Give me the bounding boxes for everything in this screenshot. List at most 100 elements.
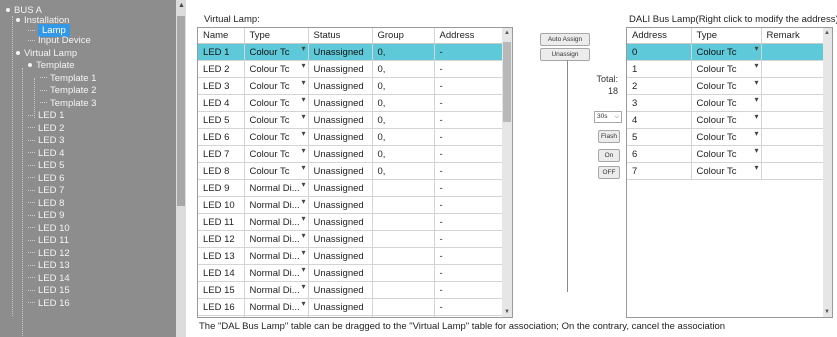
cell-type[interactable]: Colour Tc ▾ bbox=[691, 111, 762, 129]
dropdown-arrow-icon[interactable]: ▾ bbox=[301, 214, 305, 223]
table-row[interactable]: LED 8 Colour Tc ▾ Unassigned 0, - bbox=[198, 162, 503, 180]
tree-item[interactable]: Template 3 bbox=[40, 97, 96, 110]
cell-type[interactable]: Normal Di...▾ bbox=[244, 196, 309, 214]
table-row[interactable]: LED 6 Colour Tc ▾ Unassigned 0, - bbox=[198, 128, 503, 146]
cell-type[interactable]: Normal Di...▾ bbox=[244, 230, 309, 248]
scroll-up-icon[interactable]: ▲ bbox=[178, 2, 185, 9]
dropdown-arrow-icon[interactable]: ▾ bbox=[301, 231, 305, 240]
tree-item[interactable]: LED 15 bbox=[28, 284, 70, 297]
table-row[interactable]: LED 9 Normal Di... ▾ Unassigned - bbox=[198, 179, 503, 197]
cell-type[interactable]: Colour Tc ▾ bbox=[244, 60, 309, 78]
column-header-status[interactable]: Status bbox=[308, 28, 373, 44]
table-row[interactable]: 6 Colour Tc ▾ bbox=[627, 145, 824, 163]
table-row[interactable]: LED 10 Normal Di... ▾ Unassigned - bbox=[198, 196, 503, 214]
table-row[interactable]: LED 15 Normal Di... ▾ Unassigned - bbox=[198, 281, 503, 299]
cell-type[interactable]: Colour Tc ▾ bbox=[244, 128, 309, 146]
column-header-remark[interactable]: Remark bbox=[761, 28, 824, 44]
table-row[interactable]: LED 3 Colour Tc ▾ Unassigned 0, - bbox=[198, 77, 503, 95]
scroll-down-icon[interactable]: ▼ bbox=[504, 309, 510, 315]
tree-item[interactable]: LED 8 bbox=[28, 197, 64, 210]
cell-type[interactable]: Colour Tc ▾ bbox=[244, 111, 309, 129]
dropdown-arrow-icon[interactable]: ▾ bbox=[754, 163, 758, 172]
table-row[interactable]: 4 Colour Tc ▾ bbox=[627, 111, 824, 129]
tree-scroll-thumb[interactable] bbox=[177, 16, 185, 206]
cell-type[interactable]: Colour Tc ▾ bbox=[691, 94, 762, 112]
tree-item[interactable]: Virtual Lamp bbox=[16, 47, 77, 60]
table-row[interactable]: 7 Colour Tc ▾ bbox=[627, 162, 824, 180]
dropdown-arrow-icon[interactable]: ▾ bbox=[301, 197, 305, 206]
table-row[interactable]: LED 14 Normal Di... ▾ Unassigned - bbox=[198, 264, 503, 282]
table-row[interactable]: LED 7 Colour Tc ▾ Unassigned 0, - bbox=[198, 145, 503, 163]
tree-item[interactable]: LED 3 bbox=[28, 134, 64, 147]
dropdown-arrow-icon[interactable]: ▾ bbox=[754, 44, 758, 53]
table-row[interactable]: 3 Colour Tc ▾ bbox=[627, 94, 824, 112]
table-row[interactable]: LED 12 Normal Di... ▾ Unassigned - bbox=[198, 230, 503, 248]
cell-type[interactable]: Colour Tc ▾ bbox=[691, 60, 762, 78]
column-header-name[interactable]: Name bbox=[198, 28, 245, 44]
tree-item[interactable]: LED 14 bbox=[28, 272, 70, 285]
column-header-type[interactable]: Type bbox=[691, 28, 762, 44]
tree-item[interactable]: LED 9 bbox=[28, 209, 64, 222]
table-row[interactable]: LED 2 Colour Tc ▾ Unassigned 0, - bbox=[198, 60, 503, 78]
dropdown-arrow-icon[interactable]: ▾ bbox=[301, 61, 305, 70]
cell-type[interactable]: Colour Tc ▾ bbox=[691, 162, 762, 180]
cell-type[interactable]: Colour Tc ▾ bbox=[244, 77, 309, 95]
table-row[interactable]: 5 Colour Tc ▾ bbox=[627, 128, 824, 146]
tree-item[interactable]: Template bbox=[28, 59, 75, 72]
virtual-lamp-scrollbar[interactable]: ▲ ▼ bbox=[502, 27, 513, 318]
cell-type[interactable]: Colour Tc ▾ bbox=[691, 145, 762, 163]
dropdown-arrow-icon[interactable]: ▾ bbox=[301, 180, 305, 189]
flash-interval-select[interactable]: 30s ⌵ bbox=[594, 111, 622, 123]
dali-scrollbar[interactable]: ▲ ▼ bbox=[823, 27, 833, 318]
dropdown-arrow-icon[interactable]: ▾ bbox=[301, 78, 305, 87]
cell-type[interactable]: Colour Tc ▾ bbox=[691, 77, 762, 95]
virtual-lamp-table[interactable]: Name Type Status Group Address LED 1 Colo… bbox=[197, 27, 504, 318]
tree-item[interactable]: LED 13 bbox=[28, 259, 70, 272]
dropdown-arrow-icon[interactable]: ▾ bbox=[301, 112, 305, 121]
cell-type[interactable]: Normal Di...▾ bbox=[244, 298, 309, 316]
dali-bus-lamp-table[interactable]: Address Type Remark 0 Colour Tc ▾ 1 Colour T… bbox=[626, 27, 825, 318]
tree-item[interactable]: Template 1 bbox=[40, 72, 96, 85]
table-row[interactable]: LED 11 Normal Di... ▾ Unassigned - bbox=[198, 213, 503, 231]
dropdown-arrow-icon[interactable]: ▾ bbox=[754, 112, 758, 121]
tree-item[interactable]: LED 11 bbox=[28, 234, 69, 247]
dropdown-arrow-icon[interactable]: ▾ bbox=[301, 44, 305, 53]
dropdown-arrow-icon[interactable]: ▾ bbox=[754, 129, 758, 138]
unassign-button[interactable]: Unassign bbox=[540, 48, 590, 61]
cell-type[interactable]: Normal Di...▾ bbox=[244, 315, 309, 317]
tree-item[interactable]: LED 10 bbox=[28, 222, 70, 235]
table-row[interactable]: 1 Colour Tc ▾ bbox=[627, 60, 824, 78]
tree-item[interactable]: LED 5 bbox=[28, 159, 64, 172]
cell-type[interactable]: Colour Tc ▾ bbox=[244, 43, 309, 61]
column-header-address[interactable]: Address bbox=[434, 28, 503, 44]
table-row[interactable]: LED 5 Colour Tc ▾ Unassigned 0, - bbox=[198, 111, 503, 129]
off-button[interactable]: OFF bbox=[598, 166, 620, 179]
table-row[interactable]: LED 16 Normal Di... ▾ Unassigned - bbox=[198, 298, 503, 316]
flash-button[interactable]: Flash bbox=[598, 130, 620, 143]
tree-item[interactable]: LED 7 bbox=[28, 184, 64, 197]
table-row[interactable]: LED 17Normal Di...▾Unassigned - bbox=[198, 315, 503, 317]
dropdown-arrow-icon[interactable]: ▾ bbox=[754, 78, 758, 87]
table-row[interactable]: LED 1 Colour Tc ▾ Unassigned 0, - bbox=[198, 43, 503, 61]
dropdown-arrow-icon[interactable]: ▾ bbox=[301, 248, 305, 257]
on-button[interactable]: On bbox=[598, 149, 620, 162]
tree-item[interactable]: LED 2 bbox=[28, 122, 64, 135]
cell-type[interactable]: Colour Tc ▾ bbox=[691, 43, 762, 61]
tree-item[interactable]: LED 16 bbox=[28, 297, 70, 310]
column-header-type[interactable]: Type bbox=[244, 28, 309, 44]
dropdown-arrow-icon[interactable]: ▾ bbox=[301, 163, 305, 172]
column-header-address[interactable]: Address bbox=[627, 28, 692, 44]
tree-item[interactable]: Template 2 bbox=[40, 84, 96, 97]
cell-type[interactable]: Normal Di...▾ bbox=[244, 264, 309, 282]
table-row[interactable]: 2 Colour Tc ▾ bbox=[627, 77, 824, 95]
dropdown-arrow-icon[interactable]: ▾ bbox=[301, 265, 305, 274]
dropdown-arrow-icon[interactable]: ▾ bbox=[301, 282, 305, 291]
cell-type[interactable]: Normal Di...▾ bbox=[244, 281, 309, 299]
tree-item[interactable]: LED 12 bbox=[28, 247, 70, 260]
virtual-lamp-scroll-thumb[interactable] bbox=[503, 42, 511, 122]
cell-type[interactable]: Colour Tc ▾ bbox=[691, 128, 762, 146]
cell-type[interactable]: Normal Di...▾ bbox=[244, 213, 309, 231]
tree-item[interactable]: Input Device bbox=[28, 34, 91, 47]
project-tree[interactable]: BUS A Installation Lamp Input Device Virtual… bbox=[0, 0, 176, 337]
scroll-up-icon[interactable]: ▲ bbox=[824, 30, 830, 36]
